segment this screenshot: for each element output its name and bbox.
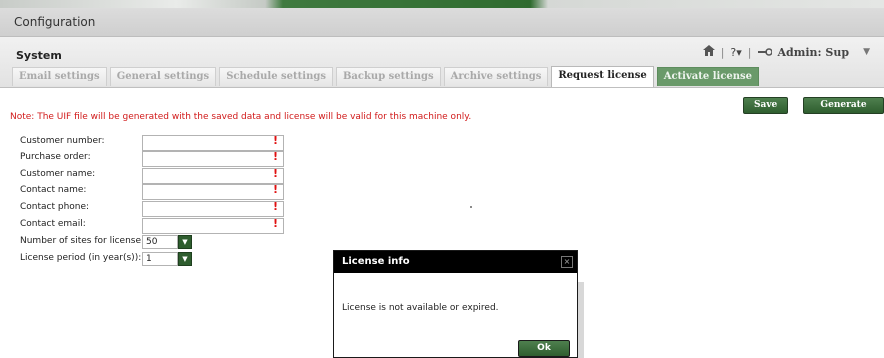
contact-email-input[interactable] bbox=[142, 218, 284, 234]
chevron-down-icon[interactable]: ▼ bbox=[178, 252, 192, 266]
generate-uif-button[interactable]: Generate UIF bbox=[803, 97, 884, 125]
tab-request-license[interactable]: Request license bbox=[551, 66, 654, 87]
form-row-contact-email: Contact email: ! bbox=[20, 217, 320, 234]
contact-phone-input[interactable] bbox=[142, 201, 284, 217]
dialog-message: License is not available or expired. bbox=[342, 303, 499, 313]
field-label: Contact email: bbox=[20, 219, 86, 229]
field-label: License period (in year(s)): bbox=[20, 253, 142, 263]
home-icon[interactable] bbox=[702, 45, 715, 59]
toolbar-separator: | bbox=[747, 45, 752, 59]
tab-archive-settings[interactable]: Archive settings bbox=[443, 67, 549, 86]
required-icon: ! bbox=[273, 134, 279, 147]
field-label: Customer name: bbox=[20, 169, 96, 179]
user-menu-caret-icon[interactable]: ▼ bbox=[863, 47, 870, 57]
contact-name-input[interactable] bbox=[142, 184, 284, 200]
sites-select[interactable]: 50 bbox=[142, 235, 178, 249]
form-row-sites: Number of sites for license: 50 ▼ bbox=[20, 235, 320, 249]
close-icon[interactable]: × bbox=[561, 256, 573, 268]
system-panel-header: System | ?▾ | Admin: Sup ▼ Email setting… bbox=[0, 37, 884, 88]
form-row-purchase-order: Purchase order: ! bbox=[20, 150, 320, 167]
tab-backup-settings[interactable]: Backup settings bbox=[335, 67, 441, 86]
license-info-dialog: License info × License is not available … bbox=[333, 250, 578, 358]
toolbar-separator: | bbox=[720, 45, 725, 59]
purchase-order-input[interactable] bbox=[142, 151, 284, 167]
customer-name-input[interactable] bbox=[142, 168, 284, 184]
dialog-header: License info × bbox=[334, 251, 577, 273]
field-label: Contact phone: bbox=[20, 202, 90, 212]
required-icon: ! bbox=[273, 183, 279, 196]
chevron-down-icon[interactable]: ▼ bbox=[178, 235, 192, 249]
info-note: Note: The UIF file will be generated wit… bbox=[10, 112, 472, 122]
form-row-contact-name: Contact name: ! bbox=[20, 183, 320, 200]
ok-button[interactable]: Ok bbox=[518, 340, 570, 357]
save-button[interactable]: Save bbox=[743, 97, 789, 114]
section-title: System bbox=[16, 49, 62, 62]
top-banner-strip bbox=[0, 0, 884, 8]
window-titlebar: Configuration bbox=[0, 8, 884, 37]
help-menu-button[interactable]: ?▾ bbox=[730, 46, 741, 59]
form-row-contact-phone: Contact phone: ! bbox=[20, 200, 320, 217]
field-label: Contact name: bbox=[20, 185, 87, 195]
tab-activate-license[interactable]: Activate license bbox=[656, 67, 760, 86]
license-period-select[interactable]: 1 bbox=[142, 252, 178, 266]
form-row-customer-name: Customer name: ! bbox=[20, 167, 320, 184]
tab-general-settings[interactable]: General settings bbox=[109, 67, 217, 86]
customer-number-input[interactable] bbox=[142, 135, 284, 151]
required-icon: ! bbox=[273, 200, 279, 213]
tab-email-settings[interactable]: Email settings bbox=[12, 67, 107, 86]
window-title: Configuration bbox=[14, 15, 96, 29]
required-icon: ! bbox=[273, 167, 279, 180]
tab-schedule-settings[interactable]: Schedule settings bbox=[219, 67, 333, 86]
required-icon: ! bbox=[273, 150, 279, 163]
settings-tabs: Email settings General settings Schedule… bbox=[12, 66, 760, 87]
user-toolbar: | ?▾ | Admin: Sup ▼ bbox=[702, 45, 870, 59]
key-icon bbox=[757, 46, 773, 59]
required-icon: ! bbox=[273, 217, 279, 230]
dialog-title: License info bbox=[342, 256, 410, 267]
cursor-dot bbox=[470, 206, 472, 208]
field-label: Number of sites for license: bbox=[20, 236, 145, 246]
field-label: Customer number: bbox=[20, 136, 105, 146]
field-label: Purchase order: bbox=[20, 152, 91, 162]
form-row-license-period: License period (in year(s)): 1 ▼ bbox=[20, 252, 320, 266]
form-row-customer-number: Customer number: ! bbox=[20, 134, 320, 151]
user-menu-label[interactable]: Admin: Sup bbox=[778, 46, 850, 59]
